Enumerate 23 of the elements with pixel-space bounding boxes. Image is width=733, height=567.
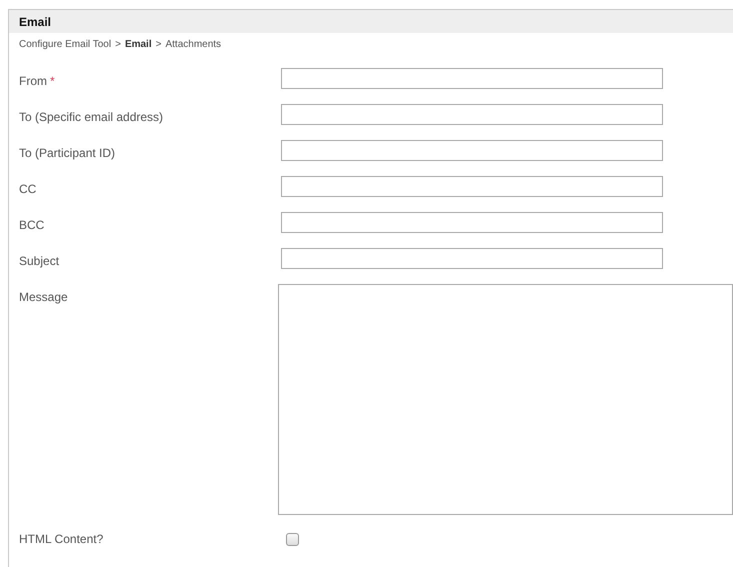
field-label: HTML Content?: [19, 532, 104, 546]
panel-title: Email: [19, 14, 52, 28]
input-field[interactable]: [281, 212, 663, 233]
field-label: BCC: [19, 218, 44, 232]
input-field[interactable]: [281, 176, 663, 197]
message-field[interactable]: [278, 284, 733, 515]
breadcrumb-item: Email: [124, 39, 152, 52]
breadcrumb-separator: >: [115, 39, 121, 52]
field-label: From: [19, 74, 47, 88]
field-label: Message: [19, 290, 68, 304]
input-field[interactable]: [281, 140, 663, 161]
field-label: To (Participant ID): [19, 146, 116, 160]
breadcrumb-item[interactable]: Configure Email Tool: [19, 39, 112, 53]
input-field[interactable]: [281, 68, 663, 89]
checkbox[interactable]: [286, 533, 299, 546]
field-label: Subject: [19, 254, 60, 268]
required-mark: *: [50, 74, 55, 88]
breadcrumb-separator: >: [156, 39, 162, 52]
field-label: CC: [19, 182, 36, 196]
input-field[interactable]: [281, 104, 663, 125]
input-field[interactable]: [281, 248, 663, 269]
breadcrumb-item[interactable]: Attachments: [165, 39, 222, 53]
field-label: To (Specific email address): [19, 110, 164, 124]
